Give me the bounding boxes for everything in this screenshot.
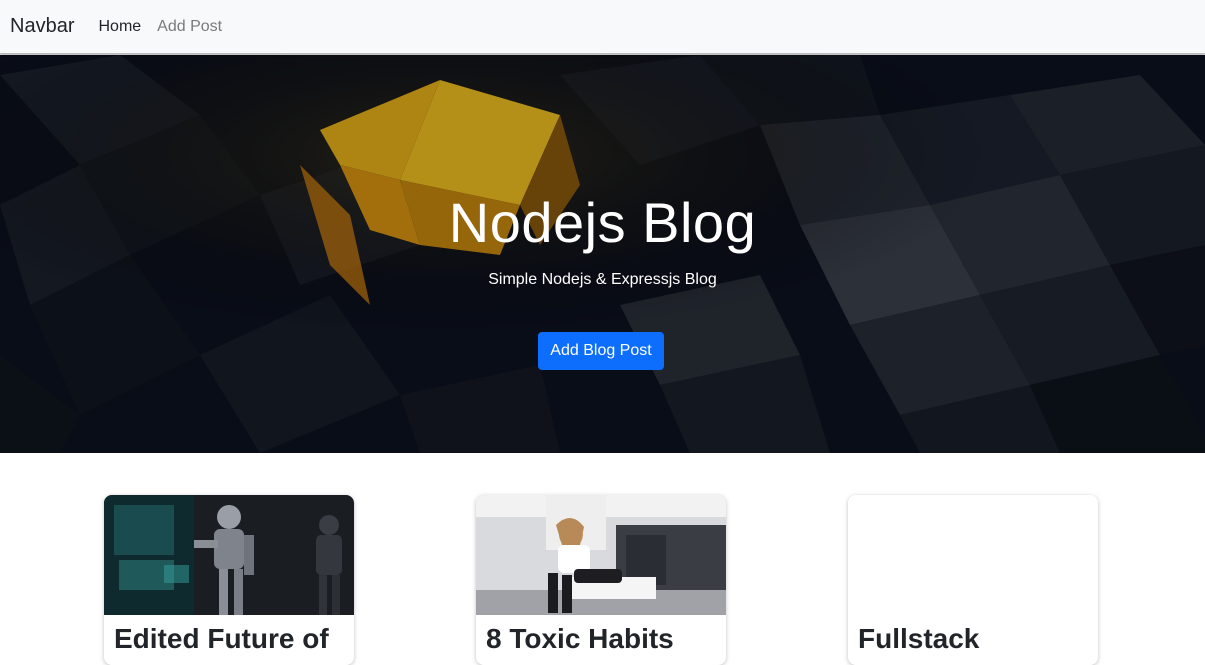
navbar: Navbar Home Add Post	[0, 0, 1205, 54]
post-thumbnail-blank	[848, 495, 1098, 615]
post-card[interactable]: 8 Toxic Habits	[476, 495, 726, 665]
hero-title: Nodejs Blog	[448, 191, 757, 254]
post-title[interactable]: 8 Toxic Habits	[486, 623, 674, 655]
nav-link-home[interactable]: Home	[98, 18, 141, 36]
add-blog-post-button[interactable]: Add Blog Post	[538, 332, 664, 370]
nav-link-add-post[interactable]: Add Post	[157, 18, 222, 36]
hero-subtitle: Simple Nodejs & Expressjs Blog	[488, 271, 717, 288]
post-title[interactable]: Edited Future of	[114, 623, 329, 655]
post-card[interactable]: Edited Future of	[104, 495, 354, 665]
post-title[interactable]: Fullstack	[858, 623, 979, 655]
post-thumbnail-robot	[104, 495, 354, 615]
post-card[interactable]: Fullstack	[848, 495, 1098, 665]
navbar-brand[interactable]: Navbar	[10, 15, 74, 38]
hero-content: Nodejs Blog Simple Nodejs & Expressjs Bl…	[0, 55, 1205, 453]
post-thumbnail-woman	[476, 495, 726, 615]
hero-banner: Nodejs Blog Simple Nodejs & Expressjs Bl…	[0, 55, 1205, 453]
